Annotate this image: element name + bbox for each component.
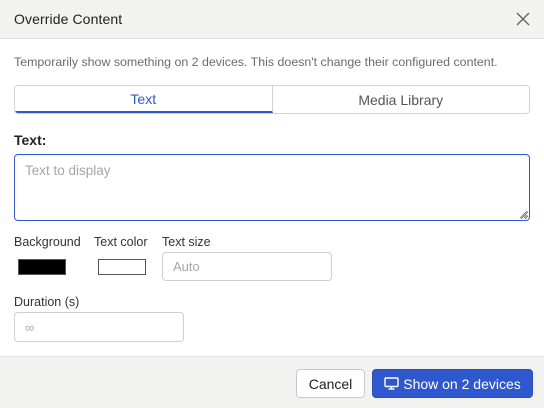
text-field-label: Text: (14, 132, 47, 148)
dialog-footer: Cancel Show on 2 devices (0, 356, 544, 408)
tab-text[interactable]: Text (15, 86, 273, 113)
text-color-label: Text color (94, 235, 148, 249)
close-icon (516, 12, 530, 26)
background-label: Background (14, 235, 81, 249)
dialog-header: Override Content (0, 0, 544, 39)
content-type-tabs: Text Media Library (14, 85, 530, 114)
text-size-input[interactable] (162, 252, 332, 281)
show-on-devices-button[interactable]: Show on 2 devices (372, 369, 533, 398)
dialog-description: Temporarily show something on 2 devices.… (14, 55, 498, 69)
cancel-button[interactable]: Cancel (296, 369, 365, 398)
duration-label: Duration (s) (14, 295, 80, 309)
close-button[interactable] (512, 8, 534, 30)
text-input[interactable] (14, 154, 530, 221)
dialog-title: Override Content (14, 11, 123, 27)
duration-input[interactable] (14, 312, 184, 342)
text-size-label: Text size (162, 235, 211, 249)
text-color-swatch[interactable] (98, 259, 146, 275)
monitor-icon (384, 377, 399, 390)
tab-media-library[interactable]: Media Library (273, 86, 530, 113)
background-color-swatch[interactable] (18, 259, 66, 275)
override-content-dialog: Override Content Temporarily show someth… (0, 0, 544, 408)
show-on-devices-label: Show on 2 devices (403, 375, 521, 392)
